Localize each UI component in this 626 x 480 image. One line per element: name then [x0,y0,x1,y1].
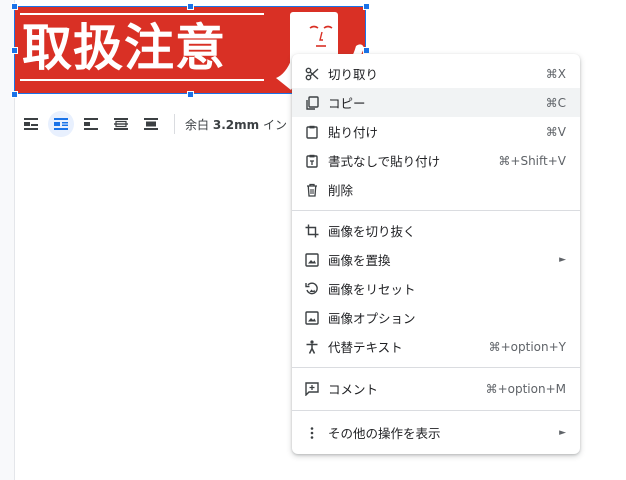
trash-icon [304,182,320,198]
resize-handle-left[interactable] [11,47,18,54]
menu-item-reset-image[interactable]: 画像をリセット [292,274,580,303]
menu-item-label: 書式なしで貼り付け [328,154,441,169]
menu-item-paste[interactable]: 貼り付け ⌘V [292,117,580,146]
menu-item-label: 画像を置換 [328,253,391,268]
context-menu: 切り取り ⌘X コピー ⌘C 貼り付け ⌘V 書式なしで貼り付け ⌘+Shift… [292,54,580,454]
menu-item-delete[interactable]: 削除 [292,175,580,204]
margin-value: 3.2mm [212,117,260,132]
menu-item-more-actions[interactable]: その他の操作を表示 ► [292,418,580,447]
copy-icon [304,95,320,111]
menu-item-shortcut: ⌘X [545,66,566,81]
accessibility-icon [304,339,320,355]
menu-item-replace-image[interactable]: 画像を置換 ► [292,245,580,274]
frame-line [20,13,264,15]
menu-item-label: 貼り付け [328,125,379,140]
menu-item-label: 画像オプション [328,311,416,326]
image-icon [304,252,320,268]
menu-item-label: コピー [328,96,366,111]
break-text-icon[interactable] [78,111,104,137]
reset-image-icon [304,281,320,297]
menu-item-image-options[interactable]: 画像オプション [292,303,580,332]
menu-item-crop[interactable]: 画像を切り抜く [292,216,580,245]
menu-item-copy[interactable]: コピー ⌘C [292,88,580,117]
scissors-icon [304,66,320,82]
menu-item-comment[interactable]: コメント ⌘+option+M [292,374,580,403]
margin-label: 余白 [185,117,210,132]
menu-item-label: その他の操作を表示 [328,426,441,441]
menu-divider [292,210,580,211]
menu-item-label: 削除 [328,183,354,198]
menu-item-paste-plain[interactable]: 書式なしで貼り付け ⌘+Shift+V [292,146,580,175]
crop-icon [304,223,320,239]
resize-handle-right[interactable] [363,47,370,54]
menu-item-label: 代替テキスト [328,340,403,355]
image-text: 取扱注意 [22,19,226,77]
more-vert-icon [304,425,320,441]
menu-item-label: 切り取り [328,67,379,82]
menu-item-shortcut: ⌘+option+M [485,381,566,396]
menu-item-shortcut: ⌘+option+Y [488,339,566,354]
margin-suffix: イン [262,117,287,132]
image-options-icon [304,310,320,326]
menu-item-label: 画像を切り抜く [328,224,416,239]
menu-item-alt-text[interactable]: 代替テキスト ⌘+option+Y [292,332,580,361]
add-comment-icon [304,381,320,397]
paste-icon [304,124,320,140]
resize-handle-top[interactable] [187,3,194,10]
margin-setting[interactable]: 余白 3.2mm イン [185,116,287,133]
resize-handle-top-right[interactable] [363,3,370,10]
submenu-arrow-icon: ► [559,254,566,265]
resize-handle-top-left[interactable] [11,3,18,10]
image-toolbar: 余白 3.2mm イン [18,107,318,141]
toolbar-divider [174,114,175,134]
in-front-text-icon[interactable] [138,111,164,137]
menu-item-label: コメント [328,382,379,397]
menu-item-shortcut: ⌘C [545,95,566,110]
resize-handle-bottom-left[interactable] [11,91,18,98]
wrap-text-icon[interactable] [48,111,74,137]
menu-item-cut[interactable]: 切り取り ⌘X [292,59,580,88]
wrap-inline-icon[interactable] [18,111,44,137]
behind-text-icon[interactable] [108,111,134,137]
paste-plain-icon [304,153,320,169]
menu-item-label: 画像をリセット [328,282,416,297]
menu-divider [292,410,580,411]
submenu-arrow-icon: ► [559,427,566,438]
menu-item-shortcut: ⌘V [545,124,566,139]
menu-item-shortcut: ⌘+Shift+V [498,153,566,168]
resize-handle-bottom[interactable] [187,91,194,98]
menu-divider [292,367,580,368]
